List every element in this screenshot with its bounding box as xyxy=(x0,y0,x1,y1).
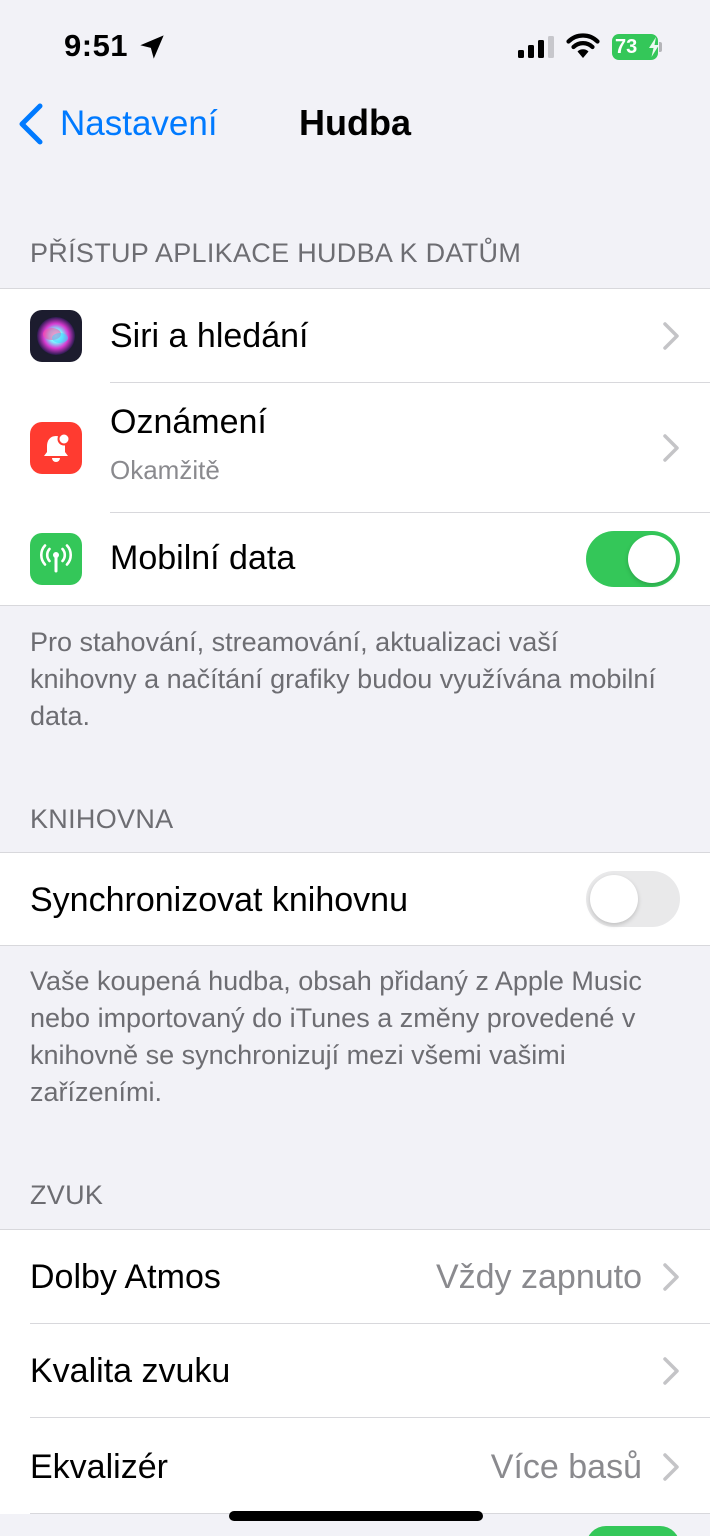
row-mobile-data: Mobilní data xyxy=(0,513,710,605)
battery-indicator: 73 xyxy=(612,34,662,60)
chevron-right-icon xyxy=(663,1453,679,1481)
row-siri[interactable]: Siri a hledání xyxy=(0,289,710,383)
sound-group: Dolby Atmos Vždy zapnuto Kvalita zvuku E… xyxy=(0,1229,710,1514)
chevron-right-icon xyxy=(663,1263,679,1291)
sync-library-label: Synchronizovat knihovnu xyxy=(30,881,409,919)
dolby-atmos-label: Dolby Atmos xyxy=(30,1258,221,1296)
antenna-icon xyxy=(30,533,82,585)
page-title: Hudba xyxy=(299,102,411,143)
row-sync-library: Synchronizovat knihovnu xyxy=(0,853,710,945)
navigation-bar: Nastavení Hudba xyxy=(0,92,710,158)
location-arrow-icon xyxy=(140,35,164,59)
library-footer: Vaše koupená hudba, obsah přidaný z Appl… xyxy=(30,966,642,1107)
chevron-right-icon xyxy=(663,322,679,350)
siri-icon xyxy=(30,310,82,362)
cellular-signal-icon xyxy=(518,36,554,58)
notifications-sublabel: Okamžitě xyxy=(110,455,220,485)
row-equalizer[interactable]: Ekvalizér Více basů xyxy=(0,1418,710,1514)
row-audio-quality[interactable]: Kvalita zvuku xyxy=(0,1324,710,1418)
status-time: 9:51 xyxy=(64,28,129,63)
chevron-right-icon xyxy=(663,434,679,462)
toggle-knob xyxy=(628,535,676,583)
equalizer-label: Ekvalizér xyxy=(30,1448,168,1486)
siri-label: Siri a hledání xyxy=(110,317,309,355)
partial-toggle[interactable] xyxy=(586,1526,680,1536)
access-footer: Pro stahování, streamování, aktualizaci … xyxy=(30,627,656,731)
audio-quality-label: Kvalita zvuku xyxy=(30,1352,231,1390)
home-indicator[interactable] xyxy=(229,1511,483,1521)
mobile-data-toggle[interactable] xyxy=(586,531,680,587)
notifications-bell-icon xyxy=(30,422,82,474)
wifi-icon xyxy=(566,33,600,58)
toggle-knob xyxy=(590,875,638,923)
status-bar: 9:51 73 xyxy=(0,0,710,92)
section-header-library: KNIHOVNA xyxy=(30,804,174,834)
equalizer-value: Více basů xyxy=(490,1448,642,1486)
access-group: Siri a hledání Oznámení Okamžitě Mobilní… xyxy=(0,288,710,606)
notifications-label: Oznámení xyxy=(110,403,267,441)
section-header-sound: ZVUK xyxy=(30,1180,104,1210)
mobile-data-label: Mobilní data xyxy=(110,539,296,577)
chevron-right-icon xyxy=(663,1357,679,1385)
battery-cap xyxy=(659,42,662,52)
sync-library-toggle[interactable] xyxy=(586,871,680,927)
row-notifications[interactable]: Oznámení Okamžitě xyxy=(0,383,710,513)
dolby-atmos-value: Vždy zapnuto xyxy=(435,1258,642,1296)
row-dolby-atmos[interactable]: Dolby Atmos Vždy zapnuto xyxy=(0,1230,710,1324)
section-header-access: PŘÍSTUP APLIKACE HUDBA K DATŮM xyxy=(30,238,522,268)
library-group: Synchronizovat knihovnu xyxy=(0,852,710,946)
